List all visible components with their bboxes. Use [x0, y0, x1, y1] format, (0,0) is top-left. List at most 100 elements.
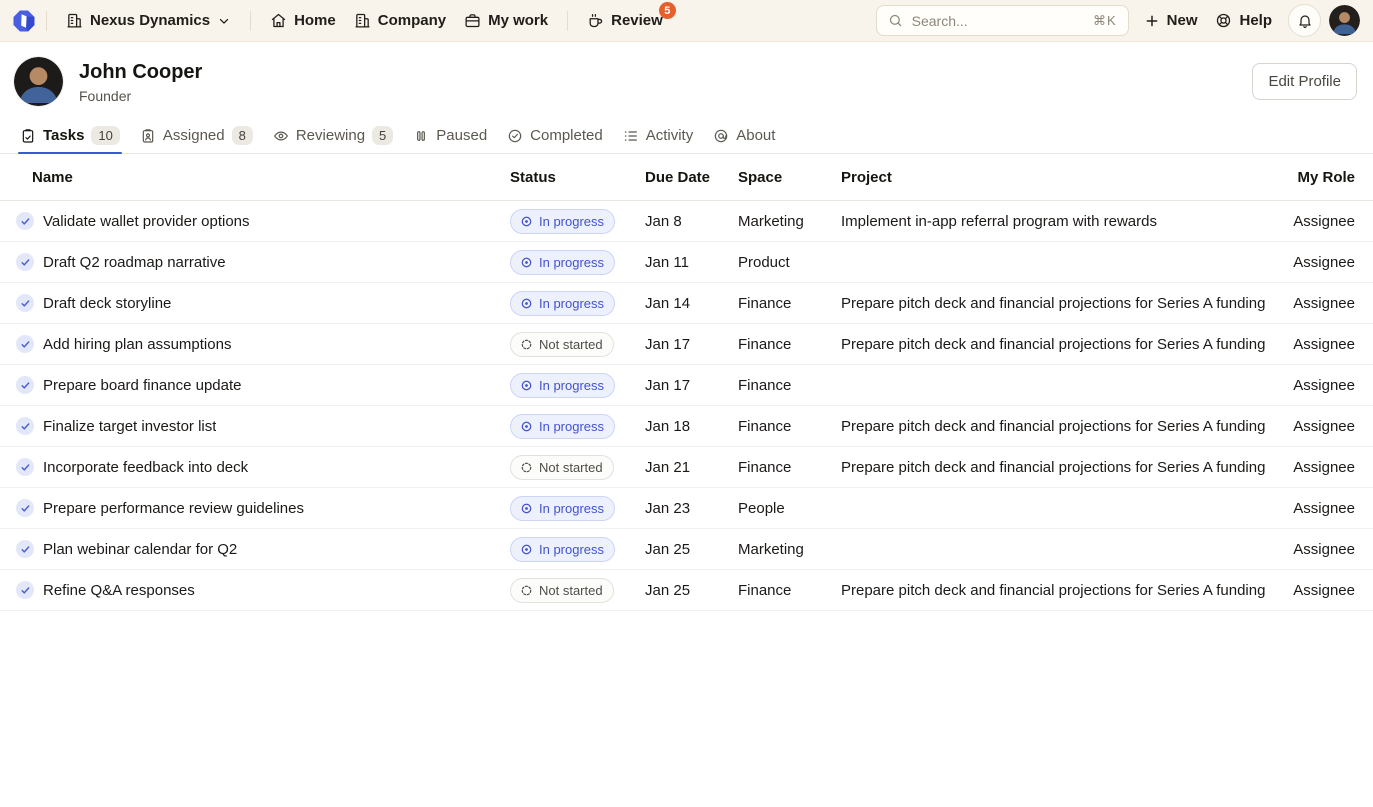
review-count-badge: 5 — [659, 2, 676, 19]
space-name[interactable]: People — [738, 500, 841, 517]
space-name[interactable]: Finance — [738, 295, 841, 312]
tab-tasks[interactable]: Tasks 10 — [10, 118, 130, 153]
project-name[interactable]: Prepare pitch deck and financial project… — [841, 459, 1290, 476]
tab-about[interactable]: About — [703, 118, 785, 153]
status-badge[interactable]: In progress — [510, 496, 615, 521]
app-logo-icon[interactable] — [12, 9, 36, 33]
nav-my-work[interactable]: My work — [455, 6, 557, 35]
status-badge[interactable]: Not started — [510, 455, 614, 480]
status-icon — [520, 543, 533, 556]
status-badge[interactable]: In progress — [510, 414, 615, 439]
tab-activity[interactable]: Activity — [613, 118, 704, 153]
status-badge[interactable]: Not started — [510, 332, 614, 357]
column-header-my-role: My Role — [1290, 169, 1373, 186]
task-name[interactable]: Validate wallet provider options — [43, 213, 250, 230]
column-header-name: Name — [0, 169, 510, 186]
space-name[interactable]: Marketing — [738, 541, 841, 558]
task-checkbox[interactable] — [16, 294, 34, 312]
building-icon — [354, 12, 371, 29]
project-name[interactable]: Prepare pitch deck and financial project… — [841, 582, 1290, 599]
status-badge[interactable]: In progress — [510, 250, 615, 275]
due-date: Jan 17 — [645, 336, 738, 353]
edit-profile-button[interactable]: Edit Profile — [1252, 63, 1357, 100]
project-name[interactable]: Prepare pitch deck and financial project… — [841, 295, 1290, 312]
status-icon — [520, 461, 533, 474]
space-name[interactable]: Finance — [738, 459, 841, 476]
task-checkbox[interactable] — [16, 499, 34, 517]
my-role: Assignee — [1290, 582, 1373, 599]
eye-icon — [273, 128, 289, 144]
task-table: Name Status Due Date Space Project My Ro… — [0, 154, 1373, 611]
task-checkbox[interactable] — [16, 581, 34, 599]
nav-company[interactable]: Company — [345, 6, 455, 35]
tab-assigned[interactable]: Assigned 8 — [130, 118, 263, 153]
notifications-button[interactable] — [1288, 4, 1321, 37]
status-badge[interactable]: In progress — [510, 209, 615, 234]
nav-my-work-label: My work — [488, 12, 548, 29]
task-checkbox[interactable] — [16, 335, 34, 353]
table-row: Add hiring plan assumptions Not started … — [0, 324, 1373, 365]
help-button[interactable]: Help — [1206, 6, 1281, 35]
status-badge[interactable]: In progress — [510, 537, 615, 562]
task-checkbox[interactable] — [16, 253, 34, 271]
status-badge[interactable]: In progress — [510, 291, 615, 316]
space-name[interactable]: Finance — [738, 418, 841, 435]
task-checkbox[interactable] — [16, 417, 34, 435]
project-name[interactable]: Prepare pitch deck and financial project… — [841, 336, 1290, 353]
table-row: Plan webinar calendar for Q2 In progress… — [0, 529, 1373, 570]
search-input[interactable]: Search... ⌘K — [876, 5, 1129, 36]
my-role: Assignee — [1290, 295, 1373, 312]
project-name[interactable]: Prepare pitch deck and financial project… — [841, 418, 1290, 435]
column-header-status: Status — [510, 169, 645, 186]
project-name[interactable]: Implement in-app referral program with r… — [841, 213, 1290, 230]
task-name[interactable]: Prepare performance review guidelines — [43, 500, 304, 517]
space-name[interactable]: Marketing — [738, 213, 841, 230]
nav-review[interactable]: Review — [578, 6, 672, 35]
status-badge[interactable]: In progress — [510, 373, 615, 398]
task-name[interactable]: Plan webinar calendar for Q2 — [43, 541, 237, 558]
new-button[interactable]: New — [1135, 6, 1207, 35]
task-name[interactable]: Incorporate feedback into deck — [43, 459, 248, 476]
task-checkbox[interactable] — [16, 458, 34, 476]
workspace-switcher[interactable]: Nexus Dynamics — [57, 6, 240, 35]
search-placeholder: Search... — [912, 13, 1084, 29]
table-row: Refine Q&A responses Not started Jan 25 … — [0, 570, 1373, 611]
task-name[interactable]: Prepare board finance update — [43, 377, 241, 394]
due-date: Jan 11 — [645, 254, 738, 271]
task-name[interactable]: Draft deck storyline — [43, 295, 171, 312]
task-name[interactable]: Refine Q&A responses — [43, 582, 195, 599]
tab-completed[interactable]: Completed — [497, 118, 613, 153]
new-button-label: New — [1167, 12, 1198, 29]
tab-label: Paused — [436, 127, 487, 144]
nav-review-label: Review — [611, 12, 663, 29]
space-name[interactable]: Product — [738, 254, 841, 271]
tab-reviewing[interactable]: Reviewing 5 — [263, 118, 403, 153]
tab-paused[interactable]: Paused — [403, 118, 497, 153]
tab-count-badge: 5 — [372, 126, 393, 145]
nav-home[interactable]: Home — [261, 6, 345, 35]
task-checkbox[interactable] — [16, 540, 34, 558]
space-name[interactable]: Finance — [738, 336, 841, 353]
my-role: Assignee — [1290, 418, 1373, 435]
status-badge[interactable]: Not started — [510, 578, 614, 603]
task-name[interactable]: Draft Q2 roadmap narrative — [43, 254, 226, 271]
space-name[interactable]: Finance — [738, 582, 841, 599]
check-circle-icon — [507, 128, 523, 144]
profile-name: John Cooper — [79, 60, 202, 84]
task-checkbox[interactable] — [16, 212, 34, 230]
task-name[interactable]: Finalize target investor list — [43, 418, 216, 435]
task-table-body: Validate wallet provider options In prog… — [0, 201, 1373, 611]
briefcase-icon — [464, 12, 481, 29]
clipboard-person-icon — [140, 128, 156, 144]
table-row: Prepare board finance update In progress… — [0, 365, 1373, 406]
task-name[interactable]: Add hiring plan assumptions — [43, 336, 231, 353]
my-role: Assignee — [1290, 459, 1373, 476]
due-date: Jan 8 — [645, 213, 738, 230]
column-header-project: Project — [841, 169, 1290, 186]
tab-label: About — [736, 127, 775, 144]
my-role: Assignee — [1290, 213, 1373, 230]
space-name[interactable]: Finance — [738, 377, 841, 394]
user-avatar[interactable] — [1329, 5, 1360, 36]
plus-icon — [1144, 13, 1160, 29]
task-checkbox[interactable] — [16, 376, 34, 394]
